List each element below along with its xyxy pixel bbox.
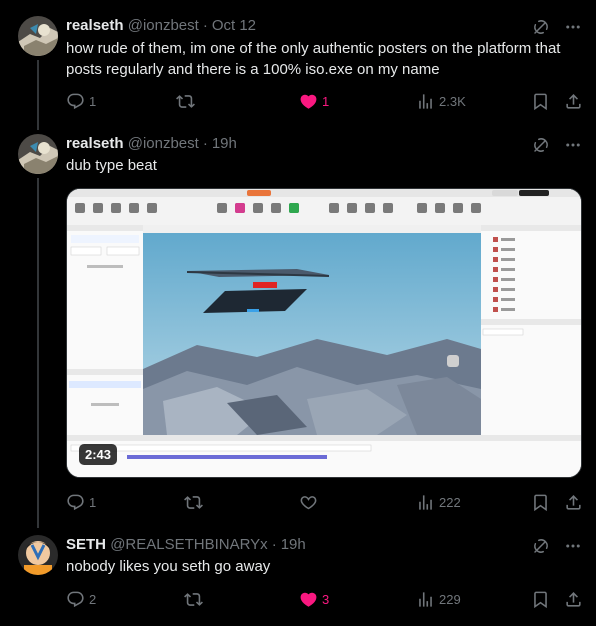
tweet-text: dub type beat	[66, 157, 157, 174]
grok-icon[interactable]	[532, 136, 550, 154]
grok-icon[interactable]	[532, 537, 550, 555]
avatar[interactable]	[18, 535, 58, 575]
views-button[interactable]: 222	[416, 493, 461, 512]
user-handle[interactable]: @REALSETHBINARYx	[110, 536, 268, 553]
display-name[interactable]: realseth	[66, 17, 124, 34]
share-icon	[564, 92, 583, 111]
avatar-image-icon	[18, 16, 58, 56]
bookmark-icon	[531, 590, 550, 609]
bookmark-button[interactable]	[531, 493, 550, 512]
like-icon	[299, 92, 318, 111]
views-icon	[416, 92, 435, 111]
video-duration: 2:43	[79, 444, 118, 465]
share-icon	[564, 590, 583, 609]
reply-icon	[66, 92, 85, 111]
reply-count: 1	[89, 94, 97, 109]
like-icon	[299, 493, 318, 512]
display-name[interactable]: SETH	[66, 536, 106, 553]
bookmark-icon	[531, 493, 550, 512]
views-icon	[416, 590, 435, 609]
grok-icon[interactable]	[532, 18, 550, 36]
share-icon	[564, 493, 583, 512]
tweet-top-icons	[532, 18, 582, 36]
avatar[interactable]	[18, 16, 58, 56]
tweet-2[interactable]: realseth @ionzbest · 19h dub type beat 2…	[0, 134, 596, 514]
reply-icon	[66, 493, 85, 512]
more-icon[interactable]	[564, 136, 582, 154]
tweet-actions: 1 222	[66, 493, 586, 513]
reply-count: 1	[89, 495, 97, 510]
views-button[interactable]: 229	[416, 590, 461, 609]
reply-count: 2	[89, 592, 97, 607]
timestamp[interactable]: 19h	[281, 536, 306, 553]
retweet-button[interactable]	[184, 493, 207, 512]
reply-button[interactable]: 1	[66, 493, 96, 512]
tweet-header: realseth @ionzbest · 19h	[66, 135, 237, 152]
reply-icon	[66, 590, 85, 609]
avatar-image-icon	[18, 134, 58, 174]
bookmark-button[interactable]	[531, 92, 550, 111]
views-count: 2.3K	[439, 94, 466, 109]
tweet-text: how rude of them, im one of the only aut…	[66, 40, 561, 78]
retweet-icon	[184, 493, 203, 512]
timestamp[interactable]: 19h	[212, 135, 237, 152]
retweet-icon	[184, 590, 203, 609]
like-button[interactable]: 3	[299, 590, 329, 609]
user-handle[interactable]: @ionzbest	[128, 135, 199, 152]
retweet-icon	[176, 92, 195, 111]
tweet-actions: 1 1 2.3K	[66, 92, 586, 112]
video-thumbnail	[67, 189, 581, 477]
views-button[interactable]: 2.3K	[416, 92, 466, 111]
bookmark-icon	[531, 92, 550, 111]
reply-button[interactable]: 2	[66, 590, 96, 609]
views-icon	[416, 493, 435, 512]
like-button[interactable]	[299, 493, 322, 512]
more-icon[interactable]	[564, 537, 582, 555]
tweet-top-icons	[532, 136, 582, 154]
reply-button[interactable]: 1	[66, 92, 96, 111]
like-count: 3	[322, 592, 330, 607]
tweet-top-icons	[532, 537, 582, 555]
tweet-3[interactable]: SETH @REALSETHBINARYx · 19h nobody likes y…	[0, 535, 596, 615]
like-button[interactable]: 1	[299, 92, 329, 111]
like-count: 1	[322, 94, 330, 109]
video-player[interactable]: 2:43	[66, 188, 582, 478]
avatar[interactable]	[18, 134, 58, 174]
more-icon[interactable]	[564, 18, 582, 36]
retweet-button[interactable]	[176, 92, 199, 111]
share-button[interactable]	[564, 92, 583, 111]
tweet-1[interactable]: realseth @ionzbest · Oct 12 how rude of th…	[0, 16, 596, 126]
views-count: 222	[439, 495, 461, 510]
timestamp[interactable]: Oct 12	[212, 17, 256, 34]
views-count: 229	[439, 592, 461, 607]
tweet-header: realseth @ionzbest · Oct 12	[66, 17, 257, 34]
tweet-text: nobody likes you seth go away	[66, 558, 271, 575]
tweet-actions: 2 3 229	[66, 590, 586, 610]
tweet-header: SETH @REALSETHBINARYx · 19h	[66, 536, 306, 553]
bookmark-button[interactable]	[531, 590, 550, 609]
share-button[interactable]	[564, 590, 583, 609]
display-name[interactable]: realseth	[66, 135, 124, 152]
avatar-image-icon	[18, 535, 58, 575]
share-button[interactable]	[564, 493, 583, 512]
user-handle[interactable]: @ionzbest	[128, 17, 199, 34]
retweet-button[interactable]	[184, 590, 207, 609]
like-icon	[299, 590, 318, 609]
